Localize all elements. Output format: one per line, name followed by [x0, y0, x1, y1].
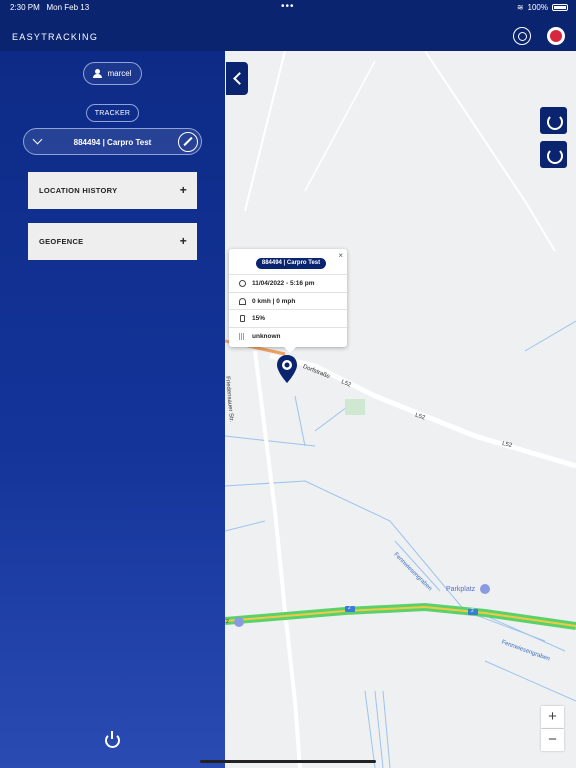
signal-value: unknown [252, 333, 281, 340]
battery-percent: 100% [527, 3, 548, 12]
home-indicator [200, 760, 376, 763]
popup-title: 884494 | Carpro Test [256, 258, 326, 269]
expand-plus-icon[interactable]: + [180, 183, 187, 197]
status-bar: 2:30 PM Mon Feb 13 ••• ≋ 100% [0, 0, 576, 14]
map-canvas [225, 51, 576, 768]
app-title: EASYTRACKING [12, 32, 99, 42]
username: marcel [107, 69, 132, 78]
close-icon[interactable]: × [338, 251, 343, 260]
alert-pin-icon[interactable] [547, 27, 565, 45]
power-icon[interactable] [105, 731, 120, 748]
popup-row-battery: 15% [229, 309, 347, 326]
app-header: 2:30 PM Mon Feb 13 ••• ≋ 100% EASYTRACKI… [0, 0, 576, 51]
history-icon[interactable] [540, 141, 567, 168]
edit-pencil-icon[interactable] [178, 132, 198, 152]
datetime-value: 11/04/2022 - 5:16 pm [252, 280, 315, 287]
expand-plus-icon[interactable]: + [180, 234, 187, 248]
geofence-panel[interactable]: GEOFENCE + [28, 223, 197, 260]
zoom-out-button[interactable]: − [541, 729, 564, 751]
wifi-icon: ≋ [516, 3, 524, 12]
status-right: ≋ 100% [517, 3, 568, 12]
map-view[interactable]: Dorfstraße L52 L52 L52 Friedensauer Str.… [225, 51, 576, 768]
user-button[interactable]: marcel [83, 62, 142, 85]
location-history-panel[interactable]: LOCATION HISTORY + [28, 172, 197, 209]
collapse-sidebar-button[interactable] [226, 62, 248, 95]
map-label-parkplatz: Parkplatz [446, 586, 476, 593]
sidebar: marcel TRACKER 884494 | Carpro Test LOCA… [0, 51, 225, 768]
tracker-dropdown[interactable]: 884494 | Carpro Test [23, 128, 202, 155]
clock-icon [239, 280, 246, 287]
popup-row-datetime: 11/04/2022 - 5:16 pm [229, 274, 347, 291]
popup-row-signal: unknown [229, 327, 347, 344]
multitask-dots[interactable]: ••• [281, 1, 295, 12]
location-history-label: LOCATION HISTORY [39, 186, 118, 195]
tracker-name: 884494 | Carpro Test [73, 138, 152, 147]
signal-icon [239, 333, 246, 340]
geofence-label: GEOFENCE [39, 237, 84, 246]
route-shield: 2 [471, 608, 474, 614]
tracker-info-popup: × 884494 | Carpro Test 11/04/2022 - 5:16… [229, 249, 347, 353]
route-shield: 2 [348, 605, 351, 611]
user-icon [93, 69, 103, 78]
status-time: 2:30 PM Mon Feb 13 [10, 3, 90, 12]
speed-value: 0 kmh | 0 mph [252, 298, 296, 305]
battery-value: 15% [252, 315, 266, 322]
route-shield: 2 [226, 619, 229, 625]
tracker-pin-icon[interactable] [277, 355, 297, 383]
refresh-icon[interactable] [540, 107, 567, 134]
popup-row-speed: 0 kmh | 0 mph [229, 292, 347, 309]
battery-icon [240, 315, 245, 322]
battery-icon [552, 4, 568, 11]
speedometer-icon [239, 298, 246, 305]
zoom-in-button[interactable]: + [541, 706, 564, 728]
tracker-label: TRACKER [86, 104, 139, 122]
target-icon[interactable] [513, 27, 531, 45]
